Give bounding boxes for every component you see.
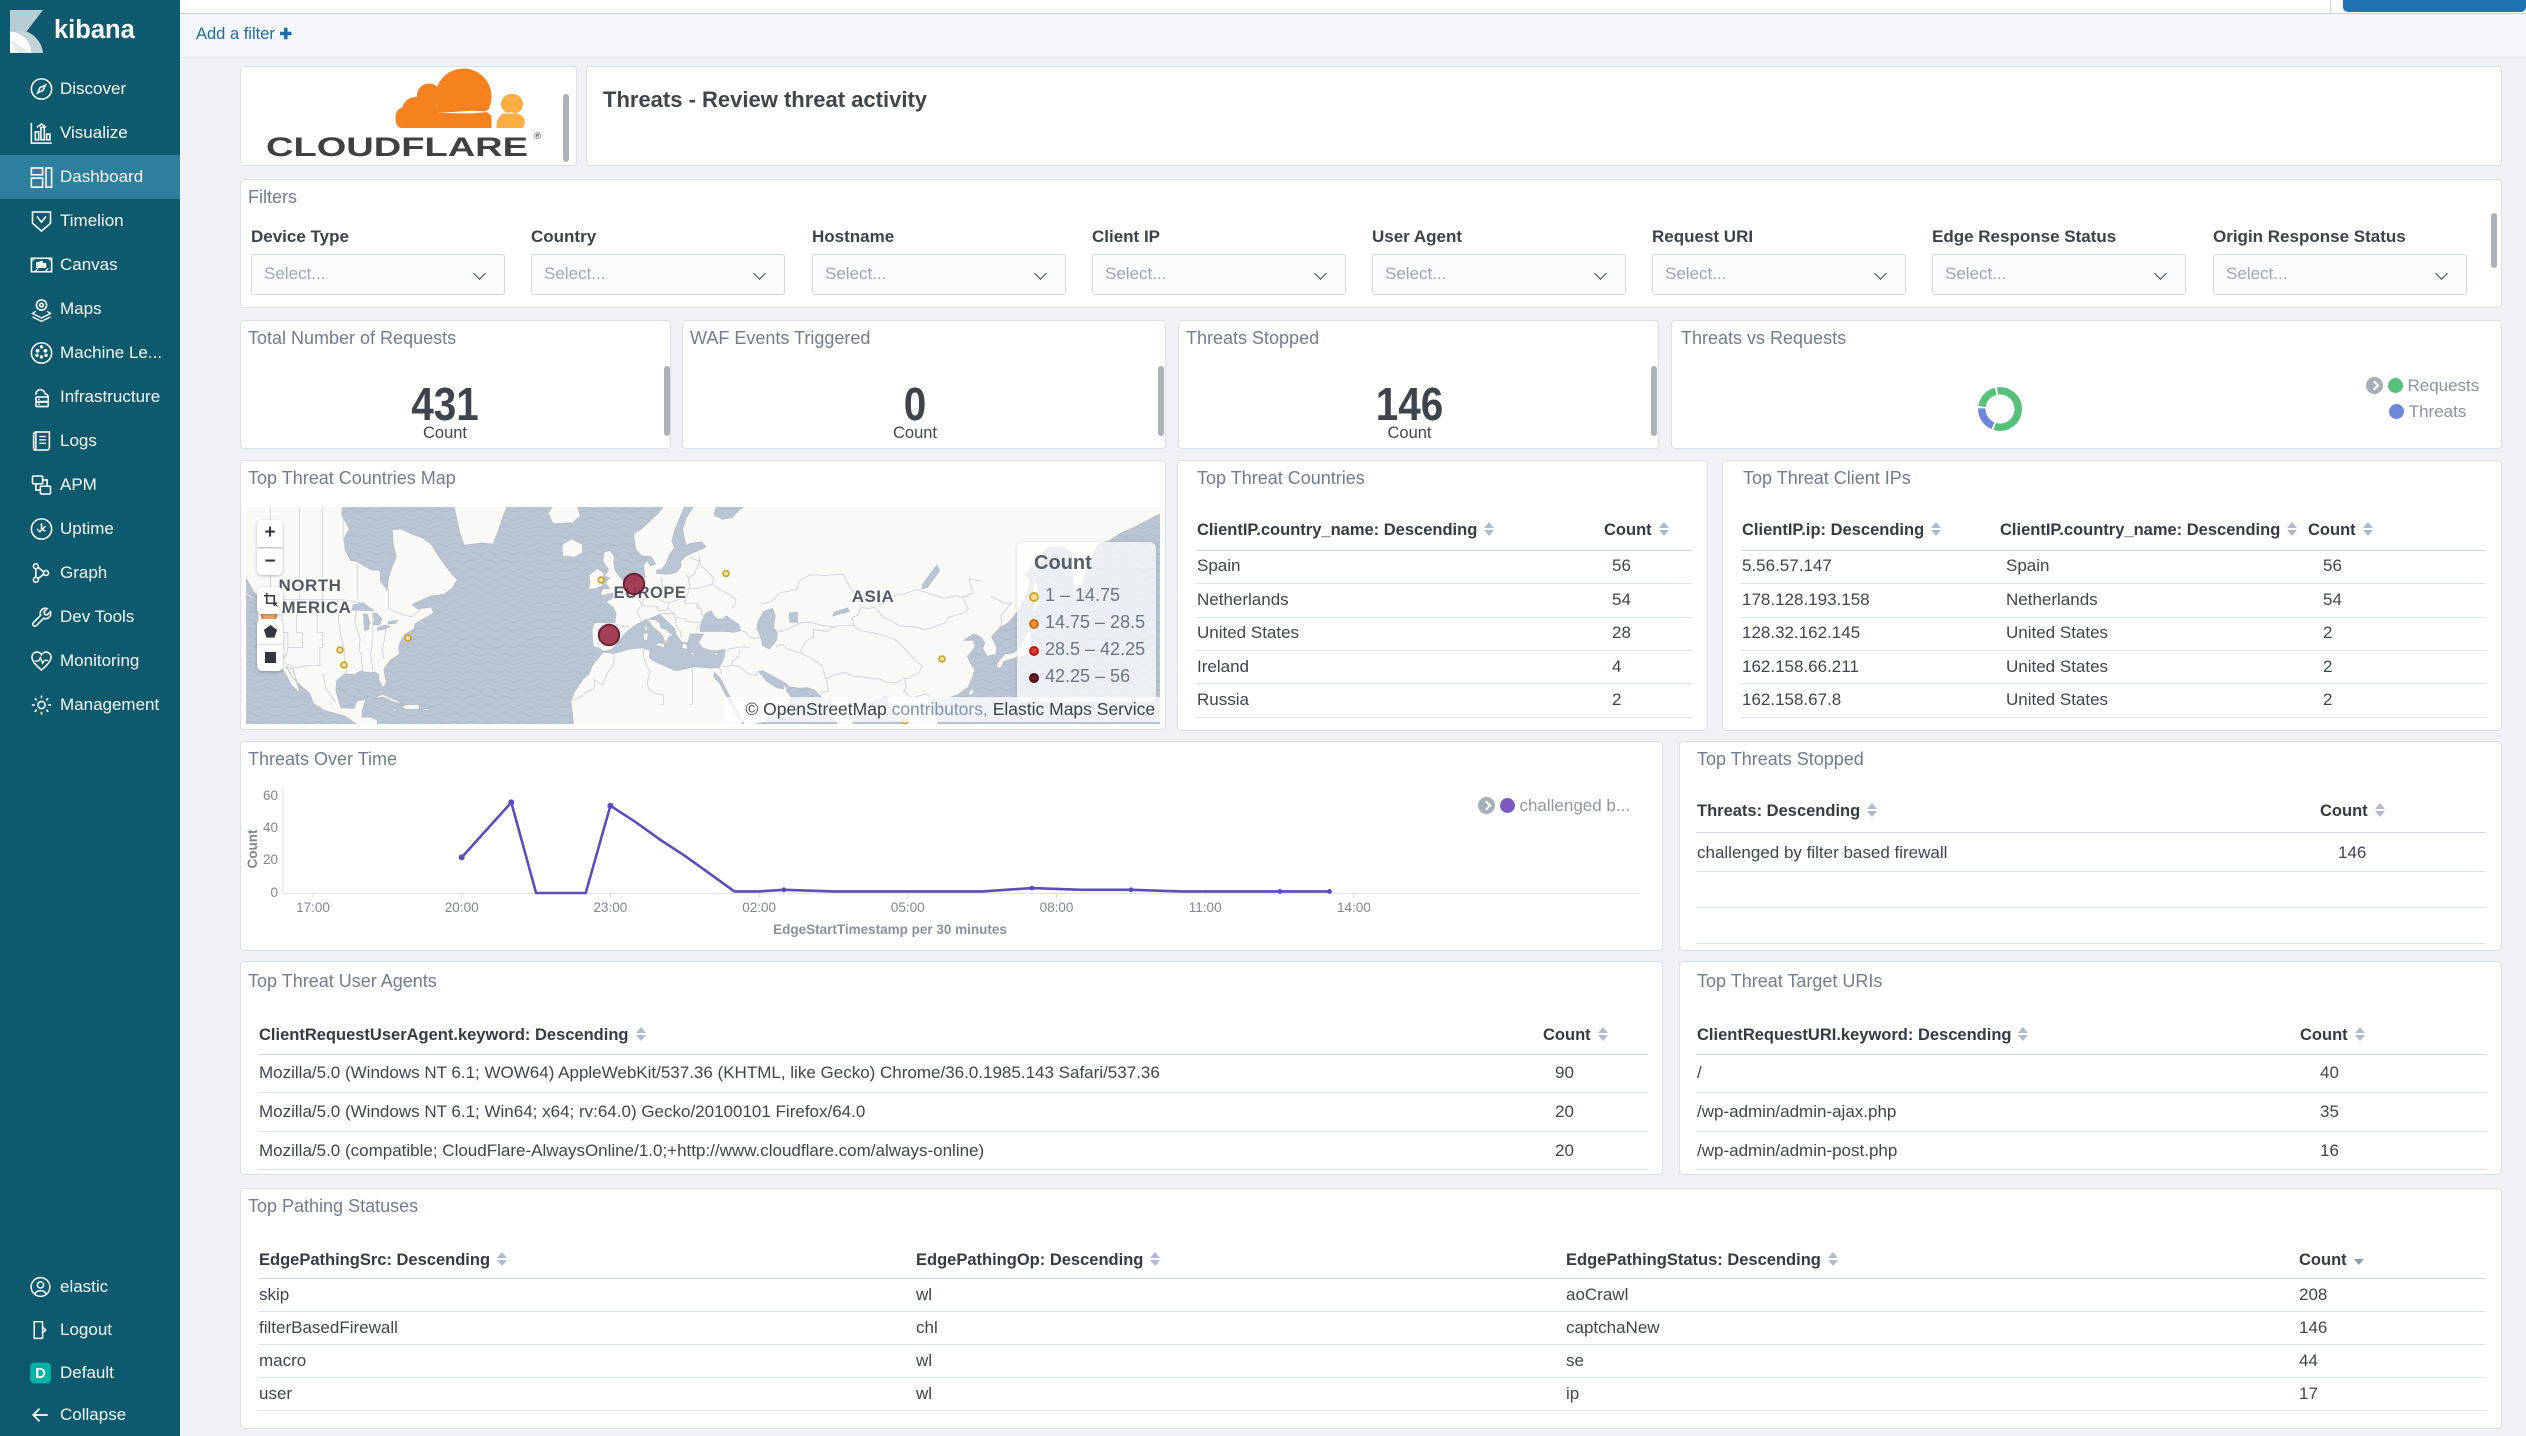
svg-text:EdgeStartTimestamp per 30 minu: EdgeStartTimestamp per 30 minutes <box>773 922 1007 937</box>
svg-text:11:00: 11:00 <box>1189 900 1222 915</box>
svg-text:08:00: 08:00 <box>1040 900 1074 915</box>
svg-text:CLOUDFLARE: CLOUDFLARE <box>266 132 528 162</box>
svg-text:Count: Count <box>245 829 260 868</box>
svg-text:40: 40 <box>263 820 278 835</box>
svg-text:17:00: 17:00 <box>296 900 330 915</box>
svg-text:NORTH: NORTH <box>279 576 342 595</box>
svg-text:23:00: 23:00 <box>594 900 628 915</box>
svg-text:ASIA: ASIA <box>852 587 895 606</box>
svg-text:60: 60 <box>263 788 278 803</box>
svg-text:20: 20 <box>263 852 278 867</box>
svg-text:02:00: 02:00 <box>742 900 776 915</box>
svg-text:®: ® <box>534 131 541 142</box>
svg-text:20:00: 20:00 <box>445 900 479 915</box>
svg-text:05:00: 05:00 <box>891 900 925 915</box>
svg-text:14:00: 14:00 <box>1337 900 1371 915</box>
svg-text:0: 0 <box>270 885 278 900</box>
svg-text:D: D <box>35 1366 46 1382</box>
